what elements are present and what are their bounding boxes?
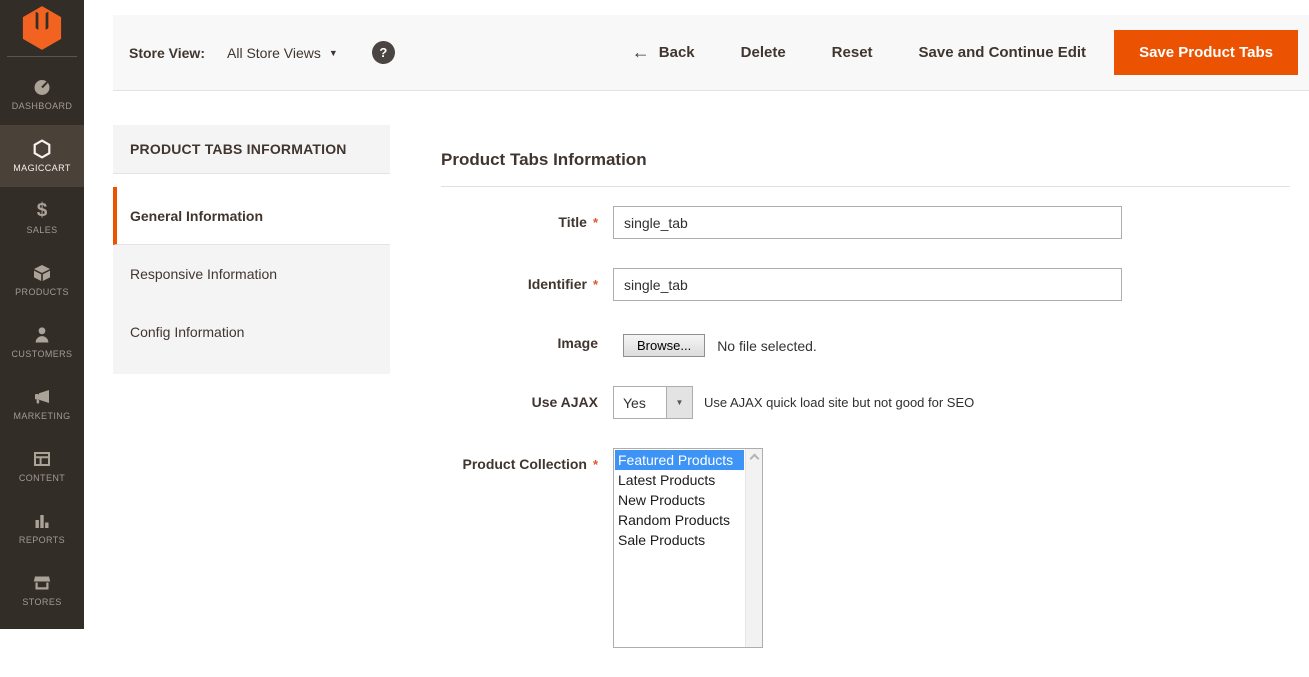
collection-option[interactable]: Featured Products bbox=[615, 450, 744, 470]
store-view-switcher: Store View: All Store Views ▼ ? bbox=[129, 41, 395, 64]
panel-tab-list: General Information Responsive Informati… bbox=[113, 187, 390, 374]
identifier-label: Identifier* bbox=[441, 268, 598, 292]
title-label: Title* bbox=[441, 206, 598, 230]
page-actions-toolbar: Store View: All Store Views ▼ ? ← Back D… bbox=[113, 15, 1309, 91]
store-view-value: All Store Views bbox=[227, 45, 321, 61]
collection-option[interactable]: New Products bbox=[615, 490, 744, 510]
sidebar-item-label: SALES bbox=[26, 225, 57, 235]
heading-divider bbox=[441, 186, 1290, 187]
collection-option[interactable]: Random Products bbox=[615, 510, 744, 530]
back-button-label: Back bbox=[659, 44, 695, 61]
tab-general-information[interactable]: General Information bbox=[113, 187, 390, 245]
image-field-row: Image Browse... No file selected. bbox=[441, 330, 1290, 357]
required-asterisk: * bbox=[593, 457, 598, 472]
magento-logo-icon bbox=[22, 5, 62, 51]
sidebar-item-dashboard[interactable]: DASHBOARD bbox=[0, 63, 84, 125]
customers-icon bbox=[31, 325, 53, 345]
sidebar-item-products[interactable]: PRODUCTS bbox=[0, 249, 84, 311]
product-collection-label: Product Collection* bbox=[441, 448, 598, 472]
sidebar-divider bbox=[7, 56, 77, 57]
dashboard-icon bbox=[31, 77, 53, 97]
save-and-continue-button[interactable]: Save and Continue Edit bbox=[919, 44, 1087, 61]
reports-icon bbox=[31, 511, 53, 531]
collection-option[interactable]: Latest Products bbox=[615, 470, 744, 490]
store-view-dropdown[interactable]: All Store Views ▼ bbox=[227, 45, 338, 61]
sidebar-item-label: STORES bbox=[22, 597, 61, 607]
admin-sidebar: DASHBOARD MAGICCART $ SALES PRODUCTS bbox=[0, 0, 84, 629]
use-ajax-selected-value: Yes bbox=[614, 387, 666, 418]
image-label: Image bbox=[441, 330, 598, 351]
products-icon bbox=[31, 263, 53, 283]
magiccart-icon bbox=[31, 139, 53, 159]
use-ajax-note: Use AJAX quick load site but not good fo… bbox=[704, 395, 974, 410]
sidebar-item-label: DASHBOARD bbox=[12, 101, 73, 111]
delete-button[interactable]: Delete bbox=[741, 44, 786, 61]
stores-icon bbox=[31, 573, 53, 593]
sidebar-item-magiccart[interactable]: MAGICCART bbox=[0, 125, 84, 187]
identifier-field-row: Identifier* bbox=[441, 268, 1290, 301]
sidebar-item-stores[interactable]: STORES bbox=[0, 559, 84, 621]
sidebar-item-sales[interactable]: $ SALES bbox=[0, 187, 84, 249]
required-asterisk: * bbox=[593, 215, 598, 230]
product-collection-listbox[interactable]: Featured Products Latest Products New Pr… bbox=[613, 448, 763, 648]
tab-responsive-information[interactable]: Responsive Information bbox=[113, 245, 390, 303]
sidebar-item-label: CONTENT bbox=[19, 473, 65, 483]
product-tabs-form: Product Tabs Information Title* Identifi… bbox=[441, 150, 1290, 677]
scroll-up-icon bbox=[749, 454, 759, 464]
marketing-icon bbox=[31, 387, 53, 407]
form-heading: Product Tabs Information bbox=[441, 150, 1290, 170]
toolbar-actions: ← Back Delete Reset Save and Continue Ed… bbox=[632, 30, 1298, 75]
sidebar-item-reports[interactable]: REPORTS bbox=[0, 497, 84, 559]
content-icon bbox=[31, 449, 53, 469]
file-status-text: No file selected. bbox=[717, 338, 817, 354]
sidebar-item-label: REPORTS bbox=[19, 535, 65, 545]
help-icon[interactable]: ? bbox=[372, 41, 395, 64]
panel-header: PRODUCT TABS INFORMATION bbox=[113, 125, 390, 174]
back-button[interactable]: ← Back bbox=[632, 42, 695, 63]
magento-logo[interactable] bbox=[0, 0, 84, 56]
store-view-label: Store View: bbox=[129, 45, 205, 61]
reset-button[interactable]: Reset bbox=[832, 44, 873, 61]
use-ajax-select[interactable]: Yes ▼ bbox=[613, 386, 693, 419]
chevron-down-icon: ▼ bbox=[676, 398, 684, 407]
sidebar-item-label: MAGICCART bbox=[13, 163, 70, 173]
collection-option[interactable]: Sale Products bbox=[615, 530, 744, 550]
save-product-tabs-button[interactable]: Save Product Tabs bbox=[1114, 30, 1298, 75]
select-arrow-box[interactable]: ▼ bbox=[666, 387, 692, 418]
sales-icon: $ bbox=[31, 201, 53, 221]
sidebar-item-label: CUSTOMERS bbox=[12, 349, 73, 359]
listbox-scrollbar[interactable] bbox=[745, 449, 762, 647]
back-arrow-icon: ← bbox=[632, 42, 650, 63]
title-input[interactable] bbox=[613, 206, 1122, 239]
sidebar-item-content[interactable]: CONTENT bbox=[0, 435, 84, 497]
identifier-input[interactable] bbox=[613, 268, 1122, 301]
title-field-row: Title* bbox=[441, 206, 1290, 239]
product-collection-field-row: Product Collection* Featured Products La… bbox=[441, 448, 1290, 648]
chevron-down-icon: ▼ bbox=[329, 48, 338, 58]
sidebar-item-label: MARKETING bbox=[13, 411, 70, 421]
use-ajax-label: Use AJAX bbox=[441, 386, 598, 410]
browse-button[interactable]: Browse... bbox=[623, 334, 705, 357]
sidebar-item-marketing[interactable]: MARKETING bbox=[0, 373, 84, 435]
tab-config-information[interactable]: Config Information bbox=[113, 303, 390, 361]
required-asterisk: * bbox=[593, 277, 598, 292]
sidebar-item-customers[interactable]: CUSTOMERS bbox=[0, 311, 84, 373]
product-tabs-panel: PRODUCT TABS INFORMATION General Informa… bbox=[113, 125, 390, 374]
sidebar-item-label: PRODUCTS bbox=[15, 287, 69, 297]
use-ajax-field-row: Use AJAX Yes ▼ Use AJAX quick load site … bbox=[441, 386, 1290, 419]
